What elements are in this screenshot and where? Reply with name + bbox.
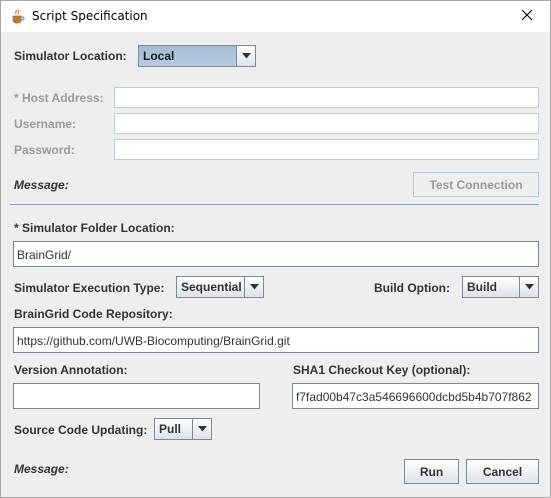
execution-type-value: Sequential [181,280,242,294]
close-icon [521,9,533,24]
window-title: Script Specification [32,9,148,23]
simulator-location-combo[interactable]: Local [138,45,256,67]
execution-type-combo[interactable]: Sequential [176,276,264,298]
close-button[interactable] [504,1,550,32]
chevron-down-icon [236,46,255,66]
script-specification-dialog: Script Specification Simulator Location:… [0,0,551,498]
chevron-down-icon [244,277,263,297]
simulator-folder-label: * Simulator Folder Location: [14,221,175,235]
chevron-down-icon [519,277,538,297]
source-updating-value: Pull [159,422,182,436]
execution-type-label: Simulator Execution Type: [14,281,165,295]
source-updating-label: Source Code Updating: [14,423,148,437]
simulator-folder-input[interactable]: BrainGrid/ [13,241,539,267]
test-connection-button[interactable]: Test Connection [413,172,539,197]
build-option-value: Build [467,280,497,294]
code-repository-label: BrainGrid Code Repository: [14,307,173,321]
version-annotation-input[interactable] [13,383,260,409]
username-input[interactable] [114,113,539,134]
section-divider [10,204,539,205]
source-updating-combo[interactable]: Pull [154,418,212,440]
password-input[interactable] [114,139,539,160]
message-top-label: Message: [14,178,69,192]
sha1-key-label: SHA1 Checkout Key (optional): [293,363,471,377]
version-annotation-label: Version Annotation: [14,363,128,377]
dialog-content: Simulator Location: Local * Host Address… [1,32,550,497]
simulator-location-value: Local [143,49,175,63]
code-repository-input[interactable]: https://github.com/UWB-Biocomputing/Brai… [13,327,539,353]
run-button[interactable]: Run [404,459,459,484]
chevron-down-icon [192,419,211,439]
java-coffee-icon [10,8,26,24]
build-option-label: Build Option: [374,281,450,295]
host-address-input[interactable] [114,87,539,108]
title-bar: Script Specification [1,1,550,32]
username-label: Username: [14,117,77,131]
host-address-label: * Host Address: [14,91,104,105]
sha1-key-input[interactable]: f7fad00b47c3a546696600dcbd5b4b707f862 [292,383,539,409]
message-bottom-label: Message: [14,462,69,476]
cancel-button[interactable]: Cancel [466,459,539,484]
simulator-location-label: Simulator Location: [14,49,127,63]
build-option-combo[interactable]: Build [462,276,539,298]
password-label: Password: [14,143,75,157]
